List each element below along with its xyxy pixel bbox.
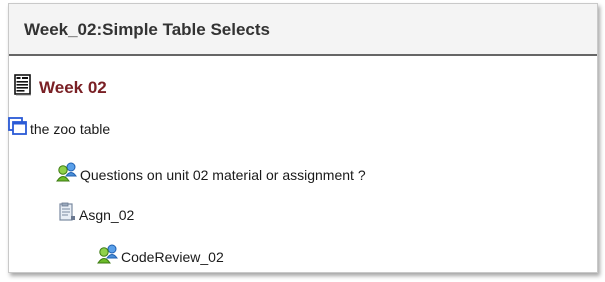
list-item[interactable]: Asgn_02: [57, 202, 134, 227]
list-item[interactable]: the zoo table: [8, 117, 110, 141]
discussion-users-icon: [97, 244, 119, 269]
panel-header: Week_02:Simple Table Selects: [9, 4, 597, 56]
week-heading[interactable]: Week 02: [13, 74, 107, 101]
item-link[interactable]: Asgn_02: [79, 207, 134, 223]
item-link[interactable]: the zoo table: [30, 121, 110, 137]
week-title[interactable]: Week 02: [39, 78, 107, 98]
windows-icon: [8, 117, 28, 141]
item-link[interactable]: CodeReview_02: [121, 249, 224, 265]
list-item[interactable]: CodeReview_02: [97, 244, 224, 269]
assignment-icon: [57, 202, 77, 227]
list-item[interactable]: Questions on unit 02 material or assignm…: [56, 162, 366, 187]
panel-title: Week_02:Simple Table Selects: [24, 20, 270, 39]
discussion-users-icon: [56, 162, 78, 187]
item-link[interactable]: Questions on unit 02 material or assignm…: [80, 167, 366, 183]
document-icon: [13, 74, 33, 101]
